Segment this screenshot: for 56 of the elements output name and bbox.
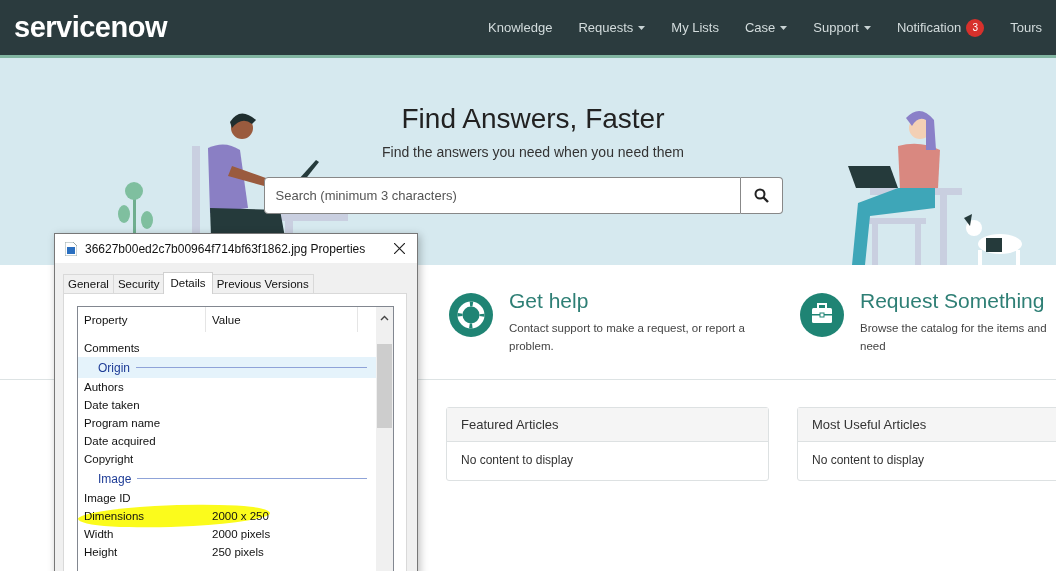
dialog-title: 36627b00ed2c7b00964f714bf63f1862.jpg Properties	[85, 241, 367, 256]
property-name[interactable]: Date acquired	[78, 435, 206, 447]
group-row[interactable]: Image	[78, 468, 376, 489]
dialog-tab[interactable]: Security	[112, 274, 165, 293]
logo[interactable]: servicenow	[14, 11, 167, 44]
caret-icon	[638, 25, 646, 30]
dog-drawing	[964, 214, 1022, 265]
nav-link[interactable]: Case	[732, 20, 801, 35]
group-label: Image	[98, 471, 132, 486]
empty-message: No content to display	[811, 452, 926, 469]
panel-title: Most Useful Articles	[798, 408, 1056, 442]
property-name[interactable]: Dimensions	[78, 510, 206, 522]
column-header[interactable]: Value	[206, 307, 358, 332]
property-name[interactable]: Program name	[78, 417, 206, 429]
dialog-tab[interactable]: Details	[163, 272, 213, 294]
action-description: Browse the catalog for the items and need	[860, 321, 1047, 354]
property-value: 250 pixels	[211, 546, 264, 558]
search-field[interactable]: Search (minimum 3 characters)	[263, 177, 741, 214]
scroll-up-icon[interactable]	[380, 315, 389, 321]
property-name[interactable]: Height	[78, 546, 206, 558]
property-name[interactable]: Copyright	[78, 453, 206, 465]
property-name[interactable]: Comments	[78, 342, 206, 354]
column-header[interactable]: Property	[78, 307, 206, 332]
scrollbar[interactable]	[376, 307, 393, 571]
nav-link[interactable]: My Lists	[658, 20, 732, 35]
group-row[interactable]: Origin	[78, 357, 376, 378]
panel-title: Featured Articles	[447, 408, 768, 442]
nav-link[interactable]: Requests	[565, 20, 659, 35]
nav-link[interactable]: Support	[800, 20, 884, 35]
property-name[interactable]: Authors	[78, 381, 206, 393]
property-name[interactable]: Width	[78, 528, 206, 540]
property-name[interactable]: Date taken	[78, 399, 206, 411]
briefcase-icon[interactable]	[800, 293, 844, 337]
lifebuoy-icon[interactable]	[449, 293, 493, 337]
caret-icon	[780, 25, 788, 30]
nav-link[interactable]: Knowledge	[475, 20, 566, 35]
action-description: Contact support to make a request, or report a problem.	[509, 321, 745, 354]
action-title[interactable]: Get help	[509, 289, 589, 313]
search-icon	[753, 188, 769, 203]
dialog-tab[interactable]: Previous Versions	[211, 274, 314, 293]
empty-message: No content to display	[460, 452, 575, 469]
notification-badge: 3	[966, 18, 985, 37]
close-icon[interactable]	[394, 243, 405, 254]
dialog-tab[interactable]: General	[63, 274, 114, 293]
nav-link[interactable]: Tours	[997, 20, 1042, 35]
nav-link[interactable]: Notification 3	[883, 18, 998, 37]
caret-icon	[863, 25, 871, 30]
property-name[interactable]: Image ID	[78, 492, 206, 504]
hero-subtitle: Find the answers you need when you need them	[382, 144, 684, 160]
group-label: Origin	[98, 360, 130, 375]
action-title[interactable]: Request Something	[860, 289, 1045, 313]
search-button[interactable]	[740, 177, 783, 214]
hero-title: Find Answers, Faster	[401, 103, 665, 135]
property-value: 2000 pixels	[211, 528, 271, 540]
scroll-thumb[interactable]	[377, 344, 392, 428]
image-file-icon	[65, 241, 77, 256]
